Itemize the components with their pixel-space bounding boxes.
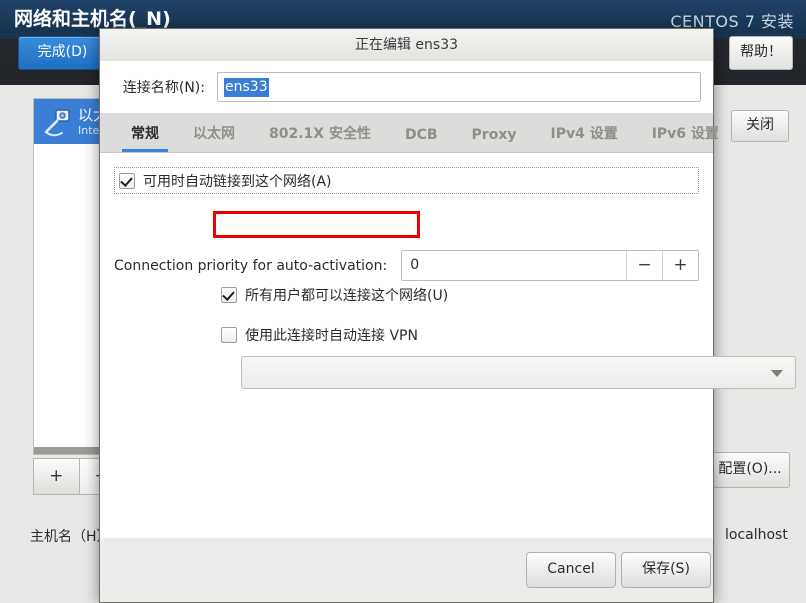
hostname-value: localhost bbox=[725, 527, 788, 543]
ethernet-icon bbox=[40, 105, 74, 139]
connection-priority-stepper[interactable]: 0 − + bbox=[401, 250, 699, 281]
autoconnect-checkbox-row[interactable]: 可用时自动链接到这个网络(A) bbox=[114, 167, 699, 194]
auto-vpn-label: 使用此连接时自动连接 VPN bbox=[245, 328, 418, 344]
page-title: 网络和主机名(_N) bbox=[14, 8, 171, 30]
screen: 网络和主机名(_N) CENTOS 7 安装 完成(D) 帮助！ 以太网 (en… bbox=[0, 0, 806, 603]
all-users-checkbox-row[interactable]: 所有用户都可以连接这个网络(U) bbox=[221, 285, 448, 305]
connection-priority-value[interactable]: 0 bbox=[402, 251, 626, 280]
general-tab-panel: 可用时自动链接到这个网络(A) Connection priority for … bbox=[100, 152, 796, 570]
checkbox-icon[interactable] bbox=[221, 287, 237, 303]
checkbox-icon[interactable] bbox=[221, 327, 237, 343]
configure-button[interactable]: 配置(O)... bbox=[710, 452, 790, 488]
tab-general[interactable]: 常规 bbox=[114, 123, 176, 152]
tab-dcb[interactable]: DCB bbox=[388, 127, 455, 152]
add-device-button[interactable]: + bbox=[33, 458, 80, 495]
all-users-label: 所有用户都可以连接这个网络(U) bbox=[245, 288, 449, 304]
connection-name-row: 连接名称(N): ens33 bbox=[100, 61, 713, 113]
tab-ethernet[interactable]: 以太网 bbox=[176, 123, 252, 152]
priority-increment-button[interactable]: + bbox=[662, 251, 698, 280]
done-button[interactable]: 完成(D) bbox=[18, 36, 107, 70]
dialog-footer: Cancel 保存(S) bbox=[100, 538, 713, 602]
checkbox-icon[interactable] bbox=[119, 172, 135, 189]
connection-priority-label: Connection priority for auto-activation: bbox=[114, 257, 388, 274]
tab-proxy[interactable]: Proxy bbox=[455, 127, 534, 152]
autoconnect-label: 可用时自动链接到这个网络(A) bbox=[143, 173, 332, 190]
dialog-body: 连接名称(N): ens33 常规 以太网 802.1X 安全性 DCB Pro… bbox=[100, 61, 796, 570]
auto-vpn-checkbox-row[interactable]: 使用此连接时自动连接 VPN bbox=[221, 325, 418, 345]
vpn-connection-select[interactable] bbox=[241, 356, 796, 389]
save-button[interactable]: 保存(S) bbox=[621, 552, 711, 588]
dialog-titlebar: 正在编辑 ens33 bbox=[100, 29, 713, 62]
tab-ipv6-settings[interactable]: IPv6 设置 bbox=[635, 123, 736, 152]
dialog-tabs: 常规 以太网 802.1X 安全性 DCB Proxy IPv4 设置 IPv6… bbox=[100, 113, 719, 152]
cancel-button[interactable]: Cancel bbox=[526, 552, 616, 588]
tab-ipv4-settings[interactable]: IPv4 设置 bbox=[533, 123, 634, 152]
dialog-title: 正在编辑 ens33 bbox=[354, 37, 459, 53]
chevron-down-icon bbox=[771, 370, 783, 377]
connection-name-label: 连接名称(N): bbox=[122, 80, 205, 96]
connection-priority-row: Connection priority for auto-activation:… bbox=[114, 250, 699, 281]
connection-name-input[interactable]: ens33 bbox=[217, 72, 701, 102]
priority-decrement-button[interactable]: − bbox=[626, 251, 662, 280]
edit-connection-dialog: 正在编辑 ens33 连接名称(N): ens33 常规 以太网 802.1X … bbox=[99, 28, 796, 603]
connection-name-value: ens33 bbox=[224, 77, 269, 97]
help-button[interactable]: 帮助！ bbox=[729, 36, 793, 70]
close-button[interactable]: 关闭 bbox=[731, 110, 789, 142]
tab-8021x-security[interactable]: 802.1X 安全性 bbox=[252, 123, 388, 152]
